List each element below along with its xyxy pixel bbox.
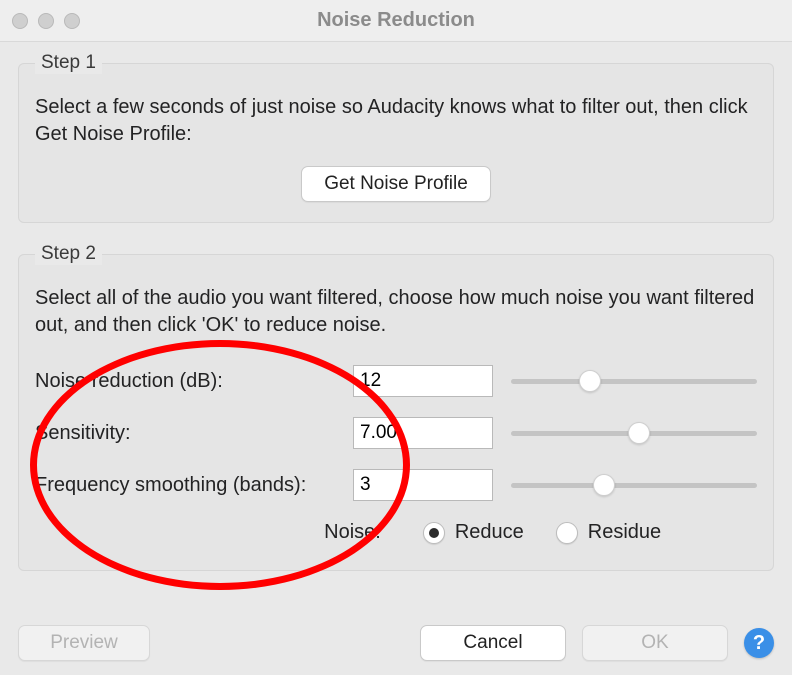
parameter-grid: Noise reduction (dB): Sensitivity: Frequ… (35, 365, 757, 501)
step1-legend: Step 1 (35, 52, 102, 74)
step1-group: Step 1 Select a few seconds of just nois… (18, 52, 774, 223)
content: Step 1 Select a few seconds of just nois… (0, 42, 792, 571)
window-controls (12, 13, 80, 29)
slider-track (511, 379, 757, 384)
close-icon[interactable] (12, 13, 28, 29)
cancel-button[interactable]: Cancel (420, 625, 566, 661)
noise-reduction-input[interactable] (353, 365, 493, 397)
radio-icon[interactable] (423, 522, 445, 544)
slider-thumb[interactable] (593, 474, 615, 496)
get-noise-profile-button[interactable]: Get Noise Profile (301, 166, 491, 202)
freq-smoothing-slider[interactable] (511, 474, 757, 496)
noise-reduction-label: Noise reduction (dB): (35, 370, 335, 393)
slider-thumb[interactable] (579, 370, 601, 392)
step1-description: Select a few seconds of just noise so Au… (35, 94, 757, 148)
slider-track (511, 483, 757, 488)
help-icon[interactable]: ? (744, 628, 774, 658)
minimize-icon[interactable] (38, 13, 54, 29)
noise-mode-row: Noise: Reduce Residue (35, 521, 757, 544)
zoom-icon[interactable] (64, 13, 80, 29)
noise-mode-label: Noise: (131, 521, 391, 544)
noise-reduce-option[interactable]: Reduce (423, 521, 524, 544)
titlebar: Noise Reduction (0, 0, 792, 42)
slider-thumb[interactable] (628, 422, 650, 444)
slider-track (511, 431, 757, 436)
noise-residue-option[interactable]: Residue (556, 521, 661, 544)
radio-icon[interactable] (556, 522, 578, 544)
sensitivity-input[interactable] (353, 417, 493, 449)
noise-residue-label: Residue (588, 521, 661, 544)
sensitivity-label: Sensitivity: (35, 422, 335, 445)
freq-smoothing-label: Frequency smoothing (bands): (35, 474, 335, 497)
action-bar: Preview Cancel OK ? (18, 625, 774, 661)
ok-button[interactable]: OK (582, 625, 728, 661)
step2-group: Step 2 Select all of the audio you want … (18, 243, 774, 571)
freq-smoothing-input[interactable] (353, 469, 493, 501)
preview-button[interactable]: Preview (18, 625, 150, 661)
window-title: Noise Reduction (0, 9, 792, 32)
noise-reduction-slider[interactable] (511, 370, 757, 392)
step2-description: Select all of the audio you want filtere… (35, 285, 757, 339)
sensitivity-slider[interactable] (511, 422, 757, 444)
noise-reduce-label: Reduce (455, 521, 524, 544)
step2-legend: Step 2 (35, 243, 102, 265)
